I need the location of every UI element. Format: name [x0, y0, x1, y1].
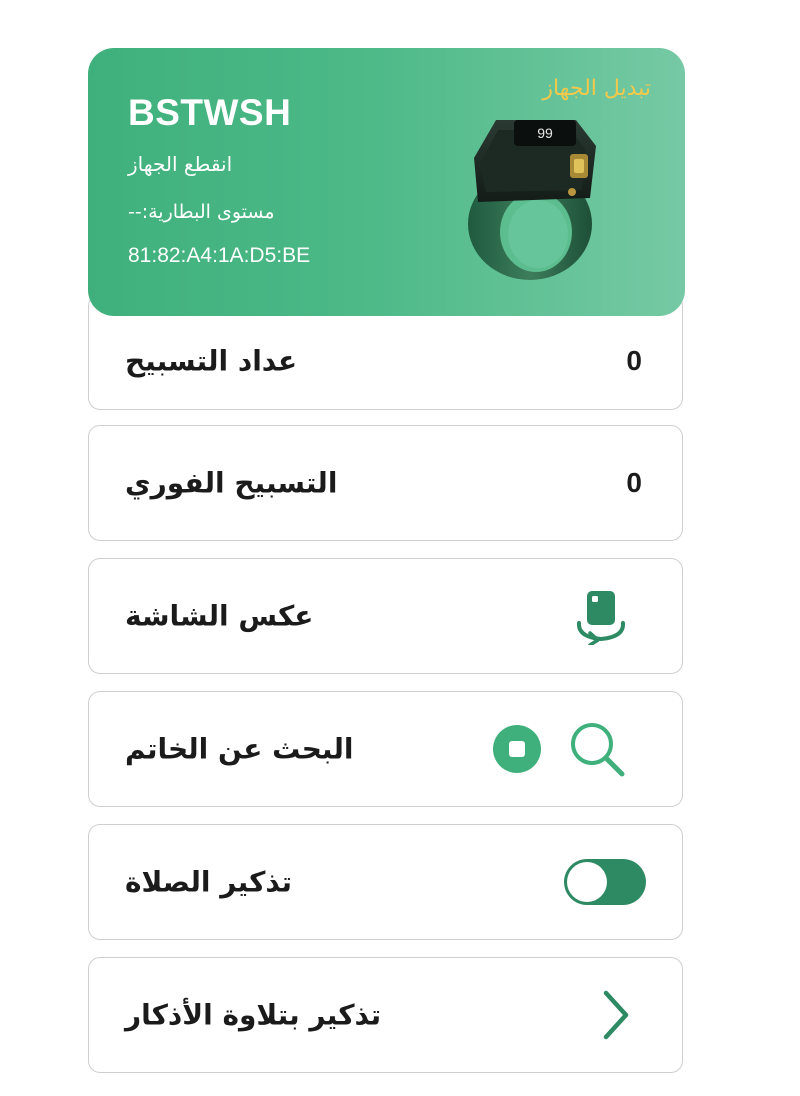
tasbih-counter-value: 0	[626, 345, 642, 377]
tasbih-counter-label: عداد التسبيح	[125, 344, 298, 378]
switch-device-button[interactable]: تبديل الجهاز	[542, 76, 651, 101]
dhikr-reminder-row[interactable]: تذكير بتلاوة الأذكار	[88, 957, 683, 1073]
stop-icon[interactable]	[492, 724, 542, 774]
prayer-reminder-label: تذكير الصلاة	[125, 865, 293, 899]
flip-screen-label: عكس الشاشة	[125, 599, 314, 633]
instant-tasbih-label: التسبيح الفوري	[125, 466, 338, 500]
search-icon[interactable]	[566, 718, 628, 780]
instant-tasbih-value: 0	[626, 467, 642, 498]
mac-address: 81:82:A4:1A:D5:BE	[128, 244, 311, 267]
flip-screen-icon[interactable]	[572, 587, 630, 645]
prayer-reminder-toggle[interactable]	[564, 859, 646, 905]
find-ring-label: البحث عن الخاتم	[125, 732, 354, 766]
device-name: BSTWSH	[128, 92, 292, 133]
flip-screen-row[interactable]: عكس الشاشة	[88, 558, 683, 674]
instant-tasbih-row[interactable]: التسبيح الفوري 0	[88, 425, 683, 541]
device-status: انقطع الجهاز	[128, 152, 233, 176]
dhikr-reminder-label: تذكير بتلاوة الأذكار	[125, 998, 382, 1032]
device-card: BSTWSH انقطع الجهاز مستوى البطارية:-- 81…	[88, 48, 685, 316]
ring-display-text: 99	[537, 125, 553, 141]
battery-level: مستوى البطارية:--	[128, 201, 275, 223]
ring-image: 99	[468, 120, 596, 280]
find-ring-row[interactable]: البحث عن الخاتم	[88, 691, 683, 807]
toggle-knob	[567, 862, 607, 902]
prayer-reminder-row[interactable]: تذكير الصلاة	[88, 824, 683, 940]
chevron-right-icon[interactable]	[598, 987, 634, 1043]
